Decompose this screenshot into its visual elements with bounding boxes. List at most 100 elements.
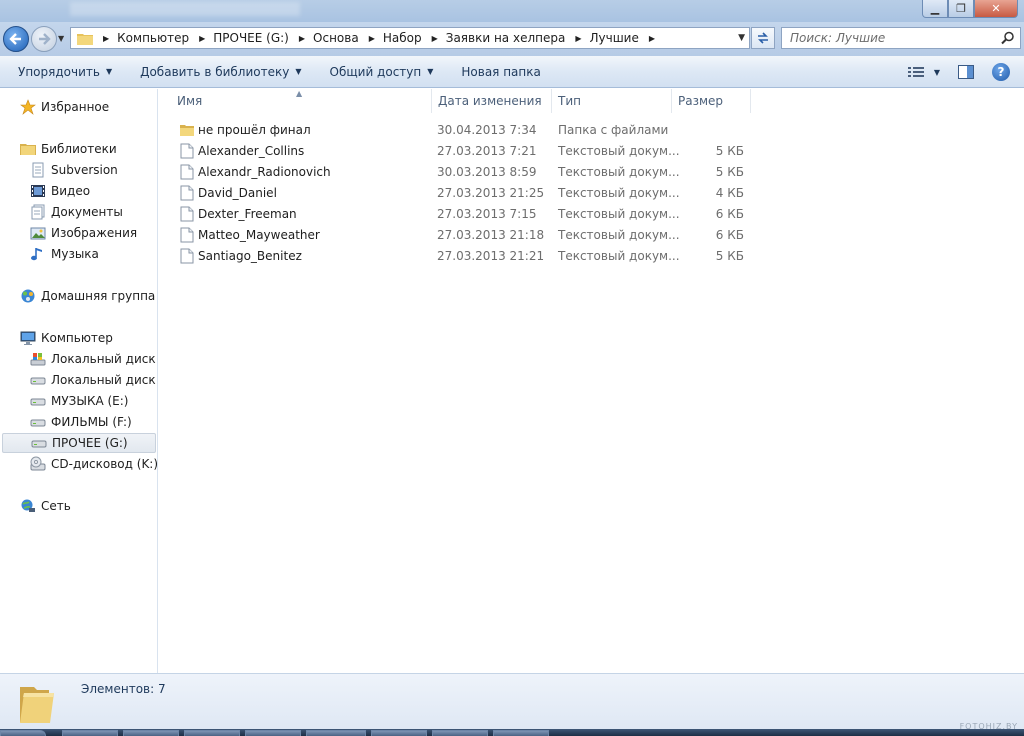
organize-button[interactable]: Упорядочить ▼ bbox=[12, 65, 118, 79]
close-button[interactable]: ✕ bbox=[974, 0, 1018, 18]
file-row[interactable]: David_Daniel 27.03.2013 21:25 Текстовый … bbox=[159, 182, 759, 203]
taskbar-app[interactable] bbox=[493, 730, 549, 736]
file-row[interactable]: Alexandr_Radionovich 30.03.2013 8:59 Тек… bbox=[159, 161, 759, 182]
file-row[interactable]: Santiago_Benitez 27.03.2013 21:21 Тексто… bbox=[159, 245, 759, 266]
recent-pages-dropdown[interactable]: ▼ bbox=[58, 34, 64, 43]
chevron-right-icon[interactable]: ▶ bbox=[199, 34, 205, 43]
change-view-button[interactable]: ▼ bbox=[907, 66, 940, 78]
taskbar-app[interactable] bbox=[432, 730, 488, 736]
nav-drive-e[interactable]: МУЗЫКА (E:) bbox=[0, 391, 158, 411]
maximize-button[interactable]: ❐ bbox=[948, 0, 974, 18]
nav-label: Локальный диск (D:) bbox=[51, 373, 158, 387]
minimize-button[interactable]: ▁ bbox=[922, 0, 948, 18]
chevron-right-icon[interactable]: ▶ bbox=[299, 34, 305, 43]
folder-icon bbox=[20, 687, 54, 723]
taskbar-app[interactable] bbox=[184, 730, 240, 736]
start-button[interactable] bbox=[0, 730, 46, 736]
file-type: Текстовый докум... bbox=[558, 227, 680, 242]
music-icon bbox=[30, 246, 46, 262]
column-label: Размер bbox=[678, 94, 724, 108]
nav-library-pictures[interactable]: Изображения bbox=[0, 223, 158, 243]
nav-drive-g[interactable]: ПРОЧЕЕ (G:) bbox=[2, 433, 156, 453]
address-row: ▼ ▶ Компьютер ▶ ПРОЧЕЕ (G:) ▶ Основа ▶ Набор… bbox=[0, 22, 1024, 56]
taskbar-app[interactable] bbox=[62, 730, 118, 736]
breadcrumb-item[interactable]: Заявки на хелпера bbox=[446, 31, 566, 45]
nav-drive-f[interactable]: ФИЛЬМЫ (F:) bbox=[0, 412, 158, 432]
details-pane: Элементов: 7 bbox=[0, 673, 1024, 729]
text-file-icon bbox=[179, 206, 195, 222]
hard-drive-icon bbox=[30, 414, 46, 430]
file-date: 27.03.2013 21:21 bbox=[437, 248, 545, 263]
breadcrumb-item[interactable]: Компьютер bbox=[117, 31, 189, 45]
preview-pane-button[interactable] bbox=[958, 65, 974, 79]
refresh-button[interactable] bbox=[751, 27, 775, 49]
file-type: Текстовый докум... bbox=[558, 164, 680, 179]
nav-network[interactable]: Сеть bbox=[0, 496, 158, 516]
file-row[interactable]: Alexander_Collins 27.03.2013 7:21 Тексто… bbox=[159, 140, 759, 161]
file-name: Dexter_Freeman bbox=[198, 206, 297, 221]
nav-library-video[interactable]: Видео bbox=[0, 181, 158, 201]
taskbar-app[interactable] bbox=[306, 730, 366, 736]
chevron-right-icon[interactable]: ▶ bbox=[575, 34, 581, 43]
nav-library-documents[interactable]: Документы bbox=[0, 202, 158, 222]
nav-library-music[interactable]: Музыка bbox=[0, 244, 158, 264]
file-row[interactable]: Dexter_Freeman 27.03.2013 7:15 Текстовый… bbox=[159, 203, 759, 224]
nav-library-subversion[interactable]: Subversion bbox=[0, 160, 158, 180]
new-folder-button[interactable]: Новая папка bbox=[455, 65, 546, 79]
nav-drive-c[interactable]: Локальный диск (C:) bbox=[0, 349, 158, 369]
address-bar[interactable]: ▶ Компьютер ▶ ПРОЧЕЕ (G:) ▶ Основа ▶ Набор ▶… bbox=[70, 27, 750, 49]
nav-homegroup[interactable]: Домашняя группа bbox=[0, 286, 158, 306]
file-size bbox=[679, 119, 744, 140]
command-bar: Упорядочить ▼ Добавить в библиотеку ▼ Общи… bbox=[0, 56, 1024, 88]
search-icon[interactable] bbox=[1001, 31, 1015, 45]
column-label: Имя bbox=[177, 94, 203, 108]
chevron-down-icon: ▼ bbox=[933, 67, 940, 77]
nav-computer[interactable]: Компьютер bbox=[0, 328, 158, 348]
nav-favorites[interactable]: Избранное bbox=[0, 97, 158, 117]
column-header-date[interactable]: Дата изменения bbox=[432, 89, 552, 113]
column-header-size[interactable]: Размер bbox=[672, 89, 751, 113]
nav-label: Изображения bbox=[51, 226, 138, 240]
breadcrumb-item[interactable]: Набор bbox=[383, 31, 422, 45]
breadcrumb-item[interactable]: ПРОЧЕЕ (G:) bbox=[213, 31, 289, 45]
taskbar-app[interactable] bbox=[123, 730, 179, 736]
file-name: не прошёл финал bbox=[198, 122, 311, 137]
hard-drive-icon bbox=[30, 372, 46, 388]
nav-label: Компьютер bbox=[41, 331, 113, 345]
help-button[interactable]: ? bbox=[992, 63, 1010, 81]
nav-libraries[interactable]: Библиотеки bbox=[0, 139, 158, 159]
chevron-down-icon: ▼ bbox=[427, 67, 434, 76]
file-type: Папка с файлами bbox=[558, 122, 669, 137]
chevron-down-icon: ▼ bbox=[105, 67, 113, 76]
taskbar bbox=[0, 729, 1024, 736]
chevron-right-icon[interactable]: ▶ bbox=[369, 34, 375, 43]
forward-button[interactable] bbox=[31, 26, 57, 52]
taskbar-app[interactable] bbox=[245, 730, 301, 736]
address-dropdown[interactable]: ▼ bbox=[738, 33, 745, 43]
search-input[interactable] bbox=[790, 31, 990, 45]
add-to-library-button[interactable]: Добавить в библиотеку ▼ bbox=[134, 65, 307, 79]
cd-drive-icon bbox=[30, 456, 46, 472]
share-button[interactable]: Общий доступ ▼ bbox=[324, 65, 440, 79]
taskbar-app[interactable] bbox=[371, 730, 427, 736]
nav-drive-d[interactable]: Локальный диск (D:) bbox=[0, 370, 158, 390]
breadcrumb-item[interactable]: Основа bbox=[313, 31, 359, 45]
file-row[interactable]: Matteo_Mayweather 27.03.2013 21:18 Текст… bbox=[159, 224, 759, 245]
file-type: Текстовый докум... bbox=[558, 248, 680, 263]
text-file-icon bbox=[179, 185, 195, 201]
column-label: Тип bbox=[558, 94, 581, 108]
file-row[interactable]: не прошёл финал 30.04.2013 7:34 Папка с … bbox=[159, 119, 759, 140]
nav-drive-k[interactable]: CD-дисковод (K:) bbox=[0, 454, 158, 474]
chevron-down-icon: ▼ bbox=[295, 67, 302, 76]
chevron-right-icon[interactable]: ▶ bbox=[432, 34, 438, 43]
file-name: Matteo_Mayweather bbox=[198, 227, 320, 242]
nav-label: CD-дисковод (K:) bbox=[51, 457, 158, 471]
chevron-right-icon[interactable]: ▶ bbox=[649, 34, 655, 43]
breadcrumb-item[interactable]: Лучшие bbox=[589, 31, 638, 45]
text-file-icon bbox=[179, 164, 195, 180]
column-header-type[interactable]: Тип bbox=[552, 89, 672, 113]
arrow-left-icon bbox=[9, 33, 21, 45]
add-to-library-label: Добавить в библиотеку bbox=[140, 64, 290, 79]
back-button[interactable] bbox=[3, 26, 29, 52]
chevron-right-icon[interactable]: ▶ bbox=[103, 34, 109, 43]
